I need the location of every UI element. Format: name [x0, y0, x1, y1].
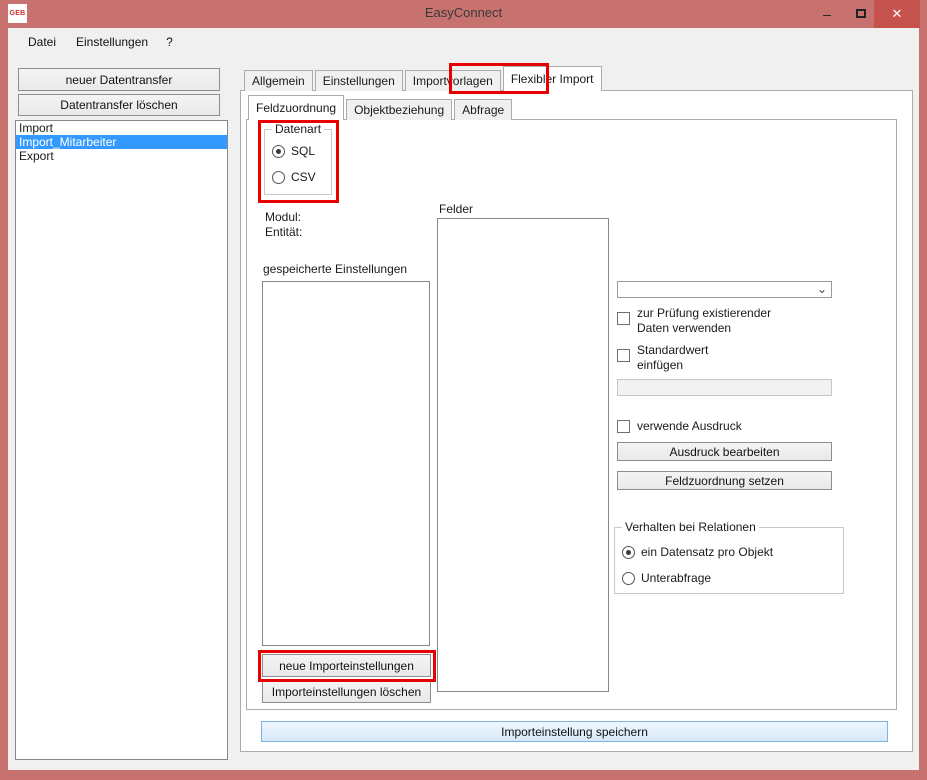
default-value-input[interactable] [617, 379, 832, 396]
one-record-per-object-radio[interactable] [622, 546, 635, 559]
close-icon: ✕ [892, 6, 903, 22]
field-mapping-combobox[interactable]: ⌄ [617, 281, 832, 298]
datentransfer-list: Import Import_Mitarbeiter Export [15, 120, 228, 760]
default-value-checkbox[interactable] [617, 349, 630, 362]
saved-settings-list[interactable] [262, 281, 430, 646]
application-window: GEB EasyConnect – ✕ Datei Einstellungen … [0, 0, 927, 780]
save-import-settings-button[interactable]: Importeinstellung speichern [261, 721, 888, 742]
close-button[interactable]: ✕ [874, 0, 920, 28]
felder-label: Felder [439, 202, 473, 217]
new-datentransfer-button[interactable]: neuer Datentransfer [18, 68, 220, 91]
relations-group-title: Verhalten bei Relationen [622, 520, 759, 534]
chevron-down-icon: ⌄ [813, 282, 831, 297]
minimize-icon: – [823, 6, 831, 22]
tab-importvorlagen[interactable]: Importvorlagen [405, 70, 501, 91]
tab-abfrage[interactable]: Abfrage [454, 99, 512, 120]
maximize-button[interactable] [844, 0, 878, 27]
felder-list[interactable] [437, 218, 609, 692]
minimize-button[interactable]: – [810, 0, 844, 27]
menu-datei[interactable]: Datei [18, 31, 66, 53]
delete-datentransfer-button[interactable]: Datentransfer löschen [18, 94, 220, 116]
check-existing-checkbox[interactable] [617, 312, 630, 325]
tab-allgemein[interactable]: Allgemein [244, 70, 313, 91]
tab-objektbeziehung[interactable]: Objektbeziehung [346, 99, 452, 120]
main-tab-strip: Allgemein Einstellungen Importvorlagen F… [244, 67, 602, 91]
window-content: Datei Einstellungen ? neuer Datentransfe… [8, 28, 919, 770]
list-item-export[interactable]: Export [16, 149, 227, 163]
new-import-settings-button[interactable]: neue Importeinstellungen [262, 654, 431, 677]
datenart-group-title: Datenart [272, 122, 324, 136]
check-existing-label[interactable]: zur Prüfung existierender Daten verwende… [637, 306, 802, 336]
datenart-groupbox: Datenart [264, 129, 332, 195]
saved-settings-label: gespeicherte Einstellungen [263, 262, 407, 277]
csv-radio-label[interactable]: CSV [291, 170, 316, 185]
menu-help[interactable]: ? [158, 31, 181, 53]
sub-tab-strip: Feldzuordnung Objektbeziehung Abfrage [248, 96, 512, 120]
csv-radio[interactable] [272, 171, 285, 184]
one-record-per-object-label[interactable]: ein Datensatz pro Objekt [641, 545, 773, 560]
edit-expression-button[interactable]: Ausdruck bearbeiten [617, 442, 832, 461]
entitaet-label: Entität: [265, 225, 302, 240]
modul-label: Modul: [265, 210, 301, 225]
title-bar[interactable]: GEB EasyConnect – ✕ [0, 0, 927, 28]
default-value-label[interactable]: Standardwert einfügen [637, 343, 737, 373]
tab-einstellungen[interactable]: Einstellungen [315, 70, 403, 91]
tab-feldzuordnung[interactable]: Feldzuordnung [248, 95, 344, 120]
use-expression-checkbox[interactable] [617, 420, 630, 433]
delete-import-settings-button[interactable]: Importeinstellungen löschen [262, 681, 431, 703]
menu-einstellungen[interactable]: Einstellungen [66, 31, 158, 53]
menu-bar: Datei Einstellungen ? [8, 28, 919, 55]
list-item-import-mitarbeiter[interactable]: Import_Mitarbeiter [16, 135, 227, 149]
list-item-import[interactable]: Import [16, 121, 227, 135]
maximize-icon [856, 9, 866, 18]
use-expression-label[interactable]: verwende Ausdruck [637, 419, 742, 434]
sql-radio[interactable] [272, 145, 285, 158]
subquery-label[interactable]: Unterabfrage [641, 571, 711, 586]
set-field-mapping-button[interactable]: Feldzuordnung setzen [617, 471, 832, 490]
sql-radio-label[interactable]: SQL [291, 144, 315, 159]
tab-flexibler-import[interactable]: Flexibler Import [503, 66, 602, 91]
window-title: EasyConnect [0, 5, 927, 20]
subquery-radio[interactable] [622, 572, 635, 585]
